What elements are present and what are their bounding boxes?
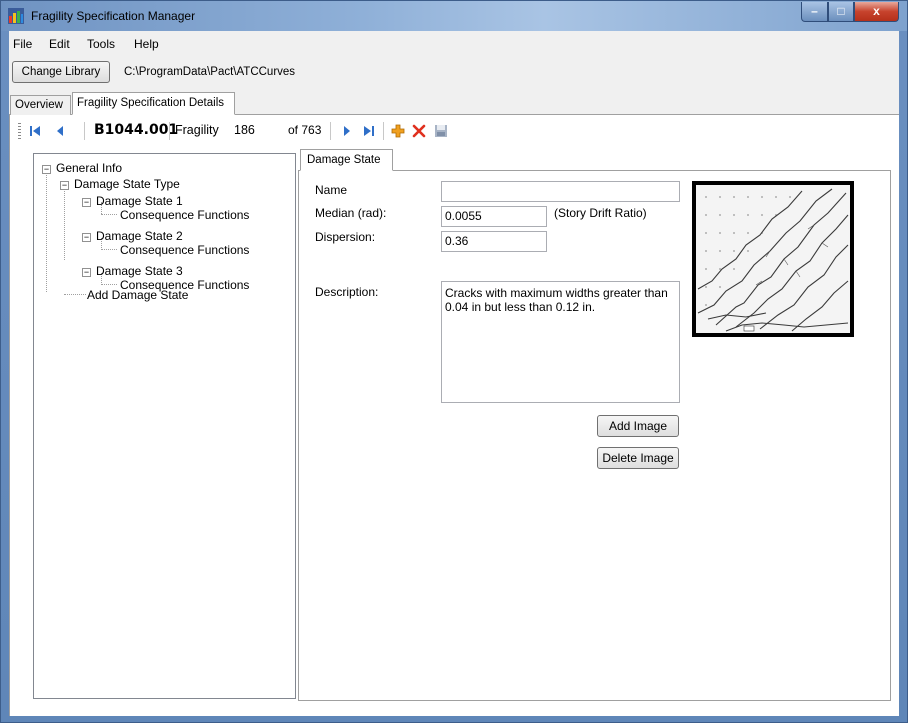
- minimize-button[interactable]: –: [801, 2, 828, 22]
- median-label: Median (rad):: [315, 206, 387, 220]
- tree-connector: [101, 284, 117, 285]
- fragility-position-input[interactable]: 186: [232, 121, 284, 140]
- delete-image-button[interactable]: Delete Image: [597, 447, 679, 469]
- tree-node-consequence-functions-1[interactable]: Consequence Functions: [120, 208, 249, 222]
- toolbar-separator: [84, 122, 85, 140]
- cracked-wall-image: [696, 185, 850, 333]
- maximize-button[interactable]: □: [828, 2, 854, 22]
- collapse-icon[interactable]: −: [82, 198, 91, 207]
- add-new-icon[interactable]: [391, 124, 405, 138]
- dispersion-label: Dispersion:: [315, 230, 376, 244]
- tree-connector: [64, 294, 86, 295]
- record-id: B1044.001: [94, 122, 179, 138]
- damage-state-photo: [692, 181, 854, 337]
- window-title: Fragility Specification Manager: [31, 9, 196, 23]
- collapse-icon[interactable]: −: [60, 181, 69, 190]
- menu-bar: File Edit Tools Help: [9, 31, 899, 57]
- tree-node-damage-state-1[interactable]: Damage State 1: [96, 194, 183, 208]
- description-textarea[interactable]: Cracks with maximum widths greater than …: [441, 281, 680, 403]
- title-bar[interactable]: Fragility Specification Manager – □ x: [1, 1, 907, 31]
- move-next-icon[interactable]: [340, 124, 354, 138]
- collapse-icon[interactable]: −: [42, 165, 51, 174]
- toolbar-separator: [383, 122, 384, 140]
- median-unit-label: (Story Drift Ratio): [554, 206, 647, 220]
- tree-node-consequence-functions-2[interactable]: Consequence Functions: [120, 243, 249, 257]
- move-first-icon[interactable]: [28, 124, 42, 138]
- toolbar-grip-icon[interactable]: [18, 123, 21, 139]
- description-label: Description:: [315, 285, 379, 299]
- change-library-button[interactable]: Change Library: [12, 61, 110, 83]
- median-input[interactable]: 0.0055: [441, 206, 547, 227]
- dispersion-input[interactable]: 0.36: [441, 231, 547, 252]
- save-icon[interactable]: [434, 124, 448, 138]
- collapse-icon[interactable]: −: [82, 233, 91, 242]
- tree-connector: [101, 249, 117, 250]
- move-previous-icon[interactable]: [53, 124, 67, 138]
- add-image-button[interactable]: Add Image: [597, 415, 679, 437]
- menu-tools[interactable]: Tools: [87, 37, 115, 51]
- pact-app-icon: [8, 8, 24, 24]
- name-label: Name: [315, 183, 348, 197]
- tab-overview[interactable]: Overview: [10, 95, 71, 115]
- tab-fragility-specification-details[interactable]: Fragility Specification Details: [72, 92, 235, 115]
- tab-damage-state[interactable]: Damage State: [300, 149, 393, 171]
- move-last-icon[interactable]: [362, 124, 376, 138]
- specification-tree[interactable]: − General Info − Damage State Type − Dam…: [33, 153, 296, 699]
- application-window: Fragility Specification Manager – □ x Fi…: [0, 0, 908, 723]
- main-tab-strip: Overview Fragility Specification Details: [9, 92, 899, 115]
- record-count-label: of 763: [288, 123, 322, 137]
- toolbar-separator: [330, 122, 331, 140]
- tree-node-add-damage-state[interactable]: Add Damage State: [87, 288, 188, 302]
- tree-node-damage-state-type[interactable]: Damage State Type: [74, 177, 180, 191]
- menu-file[interactable]: File: [13, 37, 32, 51]
- tree-connector: [101, 214, 117, 215]
- toolbar-separator: [169, 122, 170, 140]
- collapse-icon[interactable]: −: [82, 268, 91, 277]
- details-content: B1044.001 Fragility 186 of 763 − General…: [9, 115, 899, 716]
- client-area: File Edit Tools Help Change Library C:\P…: [9, 31, 899, 716]
- library-path: C:\ProgramData\Pact\ATCCurves: [124, 66, 296, 78]
- tree-connector: [46, 168, 47, 292]
- delete-icon[interactable]: [412, 124, 426, 138]
- name-input[interactable]: [441, 181, 680, 202]
- close-button[interactable]: x: [854, 2, 899, 22]
- menu-help[interactable]: Help: [134, 37, 159, 51]
- menu-edit[interactable]: Edit: [49, 37, 70, 51]
- fragility-label: Fragility: [175, 123, 219, 137]
- tree-node-damage-state-2[interactable]: Damage State 2: [96, 229, 183, 243]
- library-row: Change Library C:\ProgramData\Pact\ATCCu…: [9, 57, 899, 87]
- tree-node-damage-state-3[interactable]: Damage State 3: [96, 264, 183, 278]
- tree-connector: [64, 184, 65, 260]
- binding-navigator: B1044.001 Fragility 186 of 763: [10, 115, 899, 147]
- tree-node-general-info[interactable]: General Info: [56, 161, 122, 175]
- damage-state-panel: Name Median (rad): 0.0055 (Story Drift R…: [298, 170, 891, 701]
